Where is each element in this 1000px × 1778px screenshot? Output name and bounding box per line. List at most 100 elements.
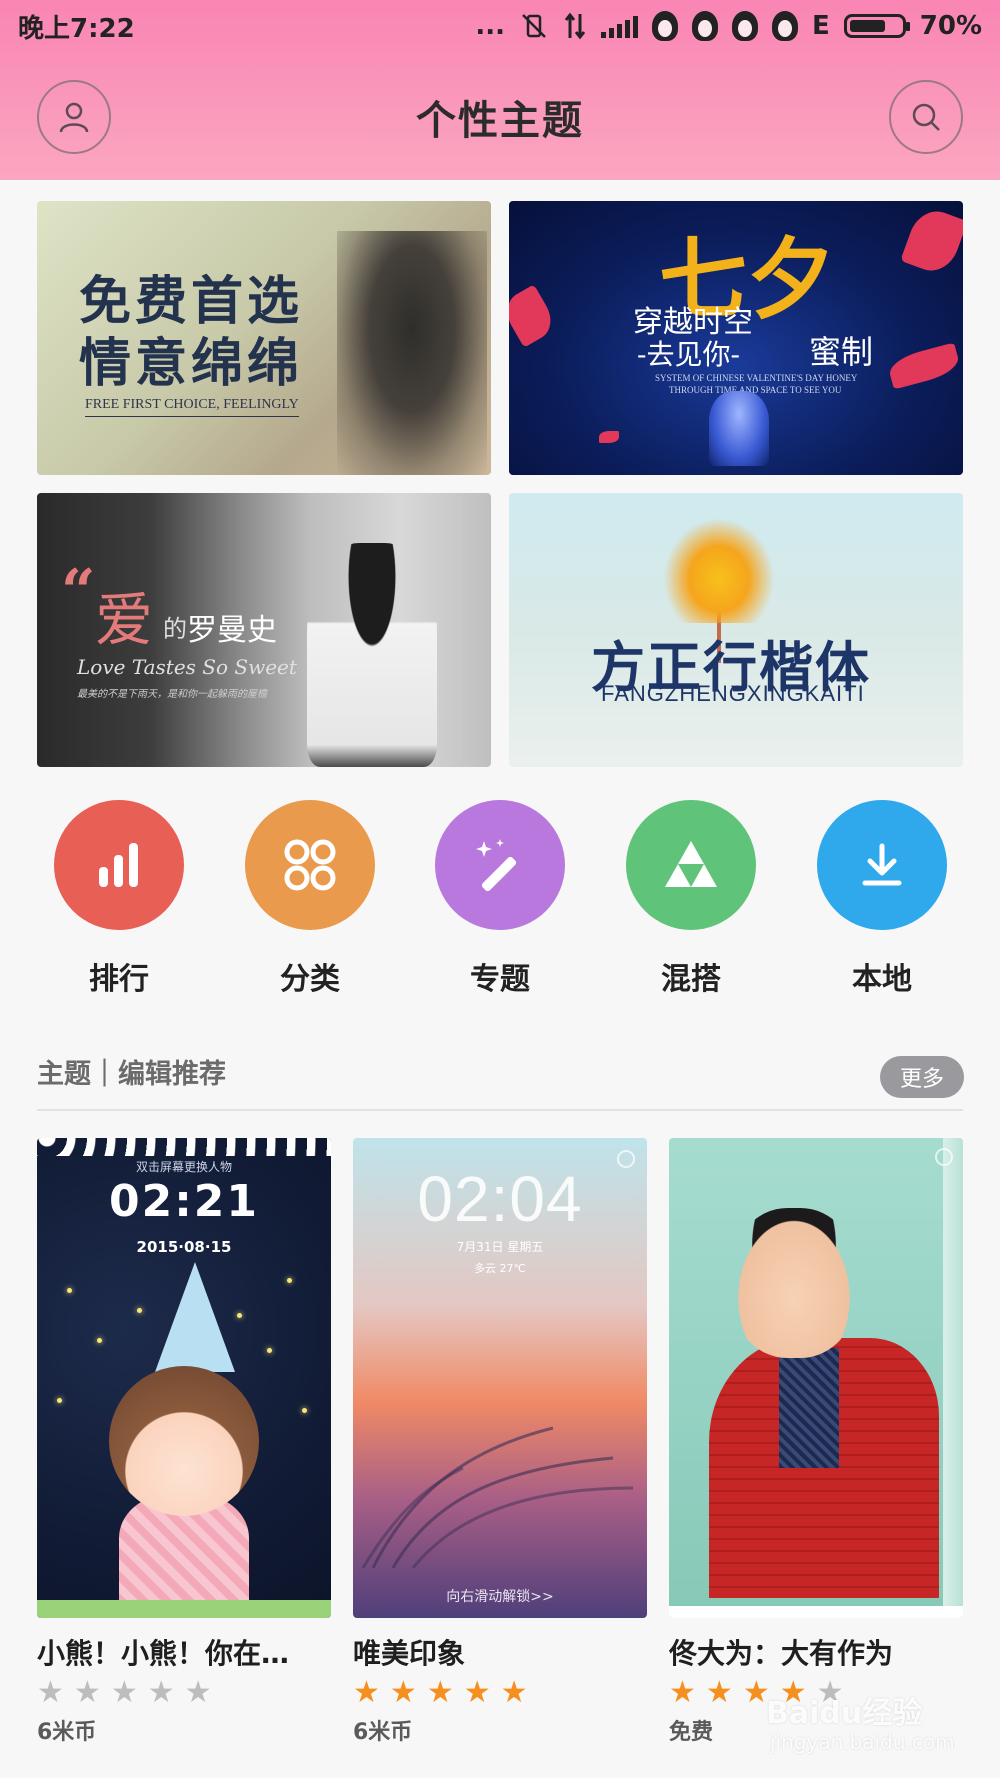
celebrity-head [729, 1208, 859, 1358]
star-dot [57, 1398, 62, 1403]
watermark-logo: Baidu经验 [766, 1696, 923, 1731]
battery-percent: 70% [919, 11, 982, 41]
star-filled-icon: ★ [353, 1675, 380, 1710]
theme-name: 唯美印象 [353, 1637, 466, 1670]
banner-english: Love Tastes So Sweet [77, 655, 297, 679]
grid-icon [284, 839, 336, 891]
mix-circle [626, 800, 756, 930]
page-title: 个性主题 [416, 98, 584, 144]
category-label: 本地 [852, 962, 912, 997]
star-empty-icon: ★ [73, 1675, 101, 1710]
couple-illustration [709, 391, 769, 466]
lockscreen-date: 2015·08·15 [136, 1238, 232, 1256]
category-topics[interactable]: 专题 [420, 800, 580, 998]
star-filled-icon: ★ [426, 1675, 454, 1710]
lockscreen-date: 7月31日 星期五 [456, 1240, 544, 1254]
grass-illustration [361, 1426, 634, 1568]
shirt [779, 1348, 839, 1468]
banner-subtitle: FREE FIRST CHOICE, FEELINGLY [85, 397, 299, 417]
banner-love-romance[interactable]: “ 爱 的 罗曼史 Love Tastes So Sweet 最美的不是下雨天，… [37, 493, 491, 767]
lockscreen-clock: 02:21 [108, 1176, 260, 1227]
theme-card[interactable]: 02:04 7月31日 星期五 多云 27℃ 向右滑动解锁>> 唯美印象 ★ ★ ★… [353, 1138, 647, 1746]
bar-chart-icon [99, 843, 138, 887]
theme-card[interactable]: 双击屏幕更换人物 02:21 2015·08·15 小熊！小熊！你在… ★ ★ ★ ★… [37, 1138, 331, 1746]
star-dot [67, 1288, 72, 1293]
lockscreen-clock: 02:04 [417, 1163, 583, 1235]
banner-grid: 免费首选 情意绵绵 FREE FIRST CHOICE, FEELINGLY 七… [37, 201, 963, 767]
download-icon [862, 843, 902, 886]
star-filled-icon: ★ [389, 1675, 417, 1710]
banner-subtitle-1: SYSTEM OF CHINESE VALENTINE'S DAY HONEY [655, 373, 858, 383]
theme-price: 6米币 [37, 1720, 97, 1745]
star-filled-icon: ★ [705, 1675, 733, 1710]
ranking-circle [54, 800, 184, 930]
status-bar: 晚上7:22 ... E 70% [0, 0, 1000, 52]
petal-decoration [509, 284, 559, 348]
watermark-url: jingyan.baidu.com [770, 1730, 955, 1754]
magic-wand-icon [476, 839, 517, 892]
star-dot [137, 1308, 142, 1313]
grass-strip [37, 1600, 331, 1618]
theme-thumbnail[interactable]: 双击屏幕更换人物 02:21 2015·08·15 [37, 1138, 331, 1618]
qq-icon [772, 11, 798, 41]
theme-card[interactable]: 佟大为：大有作为 ★ ★ ★ ★ ★ 免费 [669, 1138, 963, 1746]
petal-decoration [886, 342, 962, 390]
banner-qixi[interactable]: 七夕 穿越时空 -去见你- 蜜制 SYSTEM OF CHINESE VALEN… [509, 201, 963, 475]
category-label: 混搭 [661, 962, 721, 997]
qq-icon [732, 11, 758, 41]
status-time: 晚上7:22 [18, 13, 135, 44]
star-dot [267, 1348, 272, 1353]
banner-free-first-choice[interactable]: 免费首选 情意绵绵 FREE FIRST CHOICE, FEELINGLY [37, 201, 491, 475]
star-filled-icon: ★ [500, 1675, 528, 1710]
banner-font-fangzheng[interactable]: 方正行楷体 FANGZHENGXINGKAITI [509, 493, 963, 767]
theme-thumbnail[interactable]: 02:04 7月31日 星期五 多云 27℃ 向右滑动解锁>> [353, 1138, 647, 1618]
banner-de-char: 的 [163, 615, 187, 643]
search-icon [912, 103, 940, 131]
star-filled-icon: ★ [669, 1675, 696, 1710]
divider [37, 1109, 963, 1111]
star-empty-icon: ★ [110, 1675, 138, 1710]
signal-strength-icon [601, 14, 638, 38]
unlock-hint: 向右滑动解锁>> [446, 1589, 554, 1605]
triangle-icon [665, 841, 717, 887]
lace-decoration [37, 1138, 331, 1156]
more-notifications-icon: ... [475, 11, 505, 41]
more-button[interactable]: 更多 [880, 1056, 964, 1098]
category-local[interactable]: 本地 [802, 800, 962, 998]
classify-circle [245, 800, 375, 930]
qq-icon [652, 11, 678, 41]
section-title: 主题｜编辑推荐 [37, 1059, 226, 1090]
data-transfer-icon [564, 12, 586, 40]
quote-mark: “ [61, 557, 96, 627]
vibrate-off-icon [522, 14, 546, 38]
search-button[interactable] [889, 80, 963, 154]
star-filled-icon: ★ [463, 1675, 491, 1710]
banner-romance: 罗曼史 [187, 613, 277, 648]
category-classify[interactable]: 分类 [230, 800, 390, 998]
banner-font-pinyin: FANGZHENGXINGKAITI [601, 681, 865, 706]
status-icons: ... E 70% [475, 11, 982, 41]
category-ranking[interactable]: 排行 [39, 800, 199, 998]
category-label: 排行 [89, 962, 149, 997]
banner-line-2: 情意绵绵 [79, 333, 304, 394]
qq-icon [692, 11, 718, 41]
theme-thumbnail[interactable] [669, 1138, 963, 1618]
banner-line-3: 蜜制 [809, 333, 874, 371]
topics-circle [435, 800, 565, 930]
star-empty-icon: ★ [147, 1675, 175, 1710]
star-dot [287, 1278, 292, 1283]
theme-name: 佟大为：大有作为 [669, 1637, 894, 1670]
category-label: 分类 [280, 962, 340, 997]
lockscreen-hint: 双击屏幕更换人物 [135, 1160, 232, 1174]
petal-decoration [599, 431, 619, 443]
category-label: 专题 [470, 962, 530, 997]
battery-icon [843, 14, 910, 38]
girl-photo [307, 543, 437, 767]
category-row: 排行 分类 专题 混搭 本地 [0, 800, 1000, 1000]
party-hat [155, 1262, 235, 1372]
category-mix[interactable]: 混搭 [611, 800, 771, 998]
theme-price: 6米币 [353, 1720, 413, 1745]
header-bar: 晚上7:22 ... E 70% 个性主题 [0, 0, 1000, 180]
star-dot [237, 1313, 242, 1318]
star-empty-icon: ★ [184, 1675, 212, 1710]
